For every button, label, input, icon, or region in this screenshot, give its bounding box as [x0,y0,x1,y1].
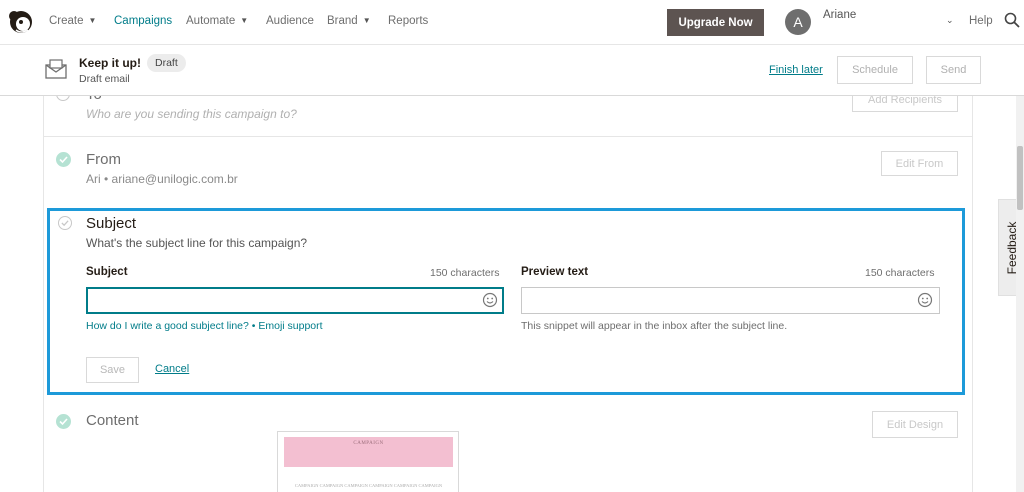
subject-status-icon [58,216,72,230]
emoji-picker-icon[interactable] [482,292,498,308]
scrollbar-thumb[interactable] [1017,146,1023,210]
status-badge: Draft [147,54,186,72]
nav-create[interactable]: Create ▼ [49,15,96,27]
email-envelope-icon [45,59,67,79]
add-recipients-button[interactable]: Add Recipients [852,96,958,112]
search-icon[interactable] [1004,12,1020,28]
schedule-button[interactable]: Schedule [837,56,913,84]
upgrade-now-button[interactable]: Upgrade Now [667,9,764,36]
avatar[interactable]: A [785,9,811,35]
save-button[interactable]: Save [86,357,139,383]
thumbnail-header-block: CAMPAIGN [284,437,453,467]
divider [44,136,972,137]
campaign-header: Keep it up! Draft Draft email Finish lat… [0,46,1024,96]
campaign-type: Draft email [79,73,130,85]
edit-from-button[interactable]: Edit From [881,151,958,176]
content-section-title: Content [86,412,139,429]
subject-help-link[interactable]: How do I write a good subject line? • Em… [86,320,323,332]
subject-character-count: 150 characters [430,267,500,279]
send-button[interactable]: Send [926,56,981,84]
chevron-down-icon: ▼ [362,16,371,25]
to-section-description: Who are you sending this campaign to? [86,107,297,121]
nav-brand[interactable]: Brand ▼ [327,15,371,27]
chevron-down-icon: ▼ [88,16,97,25]
thumbnail-header-text: CAMPAIGN [353,441,384,446]
subject-field-label: Subject [86,266,128,278]
campaign-checklist: To Who are you sending this campaign to?… [0,96,1024,492]
thumbnail-body-text: CAMPAIGN CAMPAIGN CAMPAIGN CAMPAIGN CAMP… [294,483,443,488]
nav-reports[interactable]: Reports [388,15,428,27]
finish-later-link[interactable]: Finish later [769,64,823,76]
nav-campaigns[interactable]: Campaigns [114,15,172,27]
from-section-description: Ari • ariane@unilogic.com.br [86,172,238,186]
subject-input[interactable] [86,287,504,314]
divider [43,96,44,492]
username[interactable]: Ariane [823,9,856,21]
preview-text-label: Preview text [521,266,589,278]
to-section-title: To [86,96,102,103]
chevron-down-icon: ▼ [240,16,249,25]
top-navigation: Create ▼ Campaigns Automate ▼ Audience Bra… [0,0,1024,45]
preview-character-count: 150 characters [865,267,935,279]
emoji-picker-icon[interactable] [917,292,933,308]
cancel-link[interactable]: Cancel [155,363,189,375]
campaign-title: Keep it up! [79,56,141,70]
edit-design-button[interactable]: Edit Design [872,411,958,438]
email-design-thumbnail[interactable]: CAMPAIGN CAMPAIGN CAMPAIGN CAMPAIGN CAMP… [277,431,459,492]
help-link[interactable]: Help [969,15,993,27]
subject-section: Subject What's the subject line for this… [47,208,965,395]
subject-section-description: What's the subject line for this campaig… [86,236,308,250]
mailchimp-logo-icon[interactable] [6,7,36,37]
preview-text-input[interactable] [521,287,940,314]
from-complete-check-icon [56,152,71,167]
nav-automate[interactable]: Automate ▼ [186,15,248,27]
preview-text-hint: This snippet will appear in the inbox af… [521,320,788,332]
subject-section-title: Subject [86,215,137,232]
from-section-title: From [86,151,121,168]
account-chevron-down-icon[interactable]: ⌄ [946,15,954,26]
divider [972,96,973,492]
content-complete-check-icon [56,414,71,429]
to-status-icon [56,96,70,101]
nav-audience[interactable]: Audience [266,15,314,27]
